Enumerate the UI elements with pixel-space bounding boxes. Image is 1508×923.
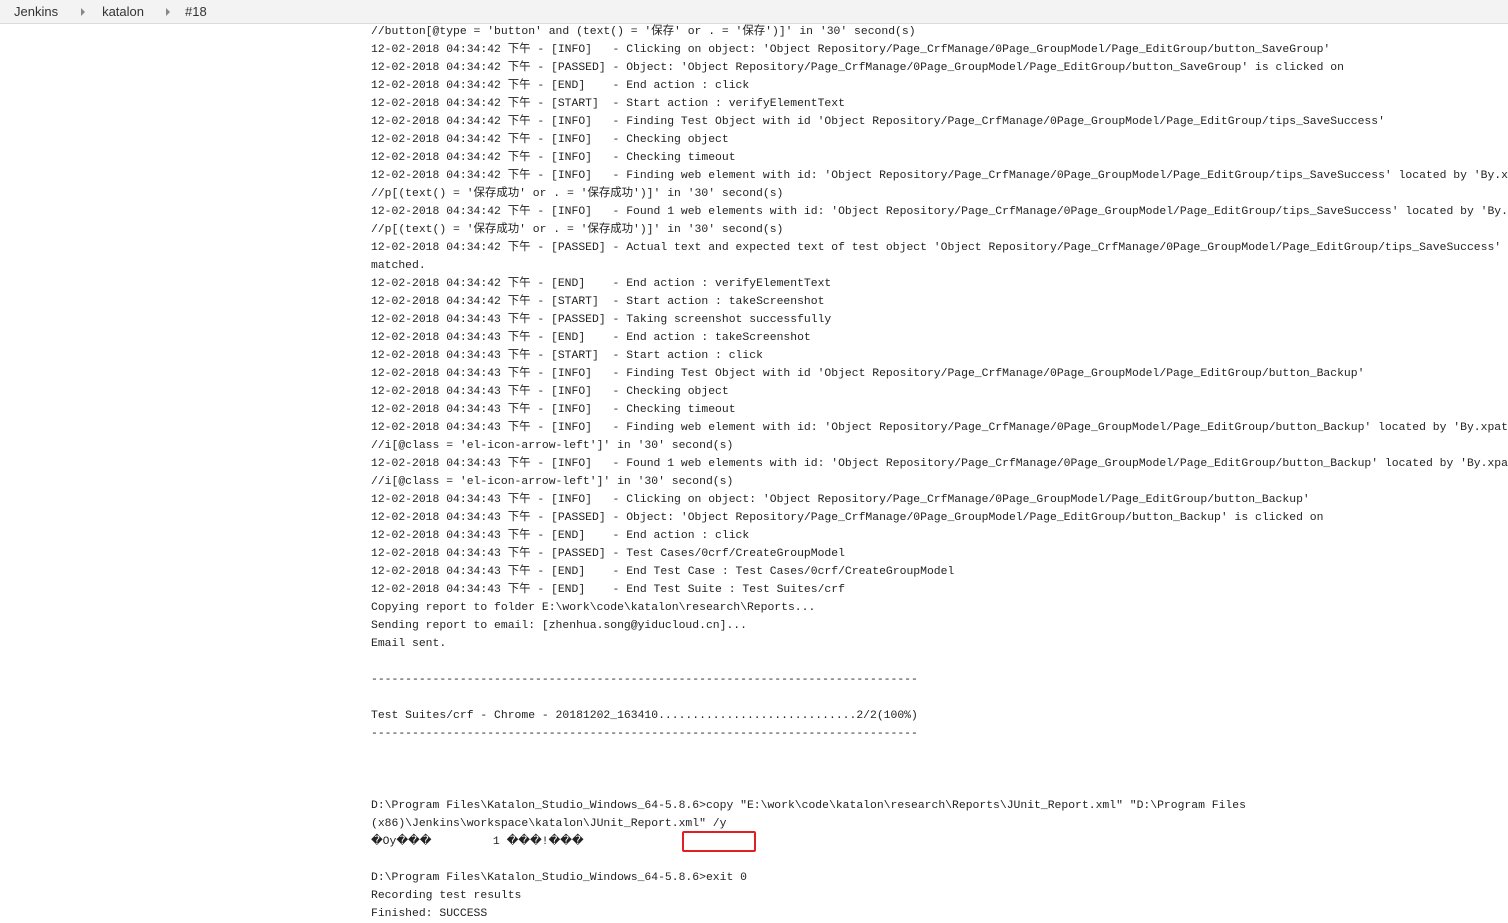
- highlight-annotation-box: [682, 831, 756, 852]
- console-line: 12-02-2018 04:34:42 下午 - [PASSED] - Obje…: [371, 62, 1344, 74]
- console-line: 12-02-2018 04:34:43 下午 - [END] - End Tes…: [371, 566, 955, 578]
- console-line: 12-02-2018 04:34:42 下午 - [END] - End act…: [371, 80, 750, 92]
- console-line: 12-02-2018 04:34:43 下午 - [INFO] - Findin…: [371, 368, 1365, 380]
- console-line: 12-02-2018 04:34:43 下午 - [INFO] - Found …: [371, 458, 1508, 470]
- console-line: Recording test results: [371, 890, 522, 902]
- console-line: D:\Program Files\Katalon_Studio_Windows_…: [371, 800, 1246, 812]
- console-line: 12-02-2018 04:34:42 下午 - [INFO] - Findin…: [371, 116, 1385, 128]
- console-line: 12-02-2018 04:34:42 下午 - [PASSED] - Actu…: [371, 242, 1508, 254]
- console-line: Test Suites/crf - Chrome - 20181202_1634…: [371, 710, 918, 722]
- console-line: //i[@class = 'el-icon-arrow-left']' in '…: [371, 476, 734, 488]
- console-line: 12-02-2018 04:34:43 下午 - [PASSED] - Taki…: [371, 314, 832, 326]
- console-output: //button[@type = 'button' and (text() = …: [371, 23, 1508, 923]
- console-line: 12-02-2018 04:34:42 下午 - [START] - Start…: [371, 296, 825, 308]
- console-line: (x86)\Jenkins\workspace\katalon\JUnit_Re…: [371, 818, 727, 830]
- console-line: D:\Program Files\Katalon_Studio_Windows_…: [371, 872, 747, 884]
- console-line: 12-02-2018 04:34:43 下午 - [PASSED] - Obje…: [371, 512, 1324, 524]
- console-line: 12-02-2018 04:34:43 下午 - [END] - End act…: [371, 332, 811, 344]
- console-line: ----------------------------------------…: [371, 674, 918, 686]
- console-line: 12-02-2018 04:34:43 下午 - [INFO] - Checki…: [371, 386, 729, 398]
- console-line: 12-02-2018 04:34:43 下午 - [END] - End Tes…: [371, 584, 845, 596]
- console-line: 12-02-2018 04:34:42 下午 - [INFO] - Clicki…: [371, 44, 1331, 56]
- console-line: Email sent.: [371, 638, 447, 650]
- breadcrumb-build-number[interactable]: #18: [185, 4, 207, 19]
- console-line: 12-02-2018 04:34:42 下午 - [INFO] - Checki…: [371, 134, 729, 146]
- console-line: �Oy��� 1 ���!���: [371, 836, 584, 848]
- console-line: 12-02-2018 04:34:43 下午 - [INFO] - Checki…: [371, 404, 736, 416]
- console-line: //p[(text() = '保存成功' or . = '保存成功')]' in…: [371, 188, 784, 200]
- console-line: 12-02-2018 04:34:43 下午 - [PASSED] - Test…: [371, 548, 845, 560]
- breadcrumb-separator-icon: [166, 7, 170, 16]
- console-line: 12-02-2018 04:34:42 下午 - [INFO] - Checki…: [371, 152, 736, 164]
- console-line: //i[@class = 'el-icon-arrow-left']' in '…: [371, 440, 734, 452]
- breadcrumb-separator-icon: [81, 7, 86, 16]
- console-line: 12-02-2018 04:34:43 下午 - [START] - Start…: [371, 350, 763, 362]
- console-line: Copying report to folder E:\work\code\ka…: [371, 602, 816, 614]
- console-line: 12-02-2018 04:34:42 下午 - [INFO] - Findin…: [371, 170, 1508, 182]
- console-line: Sending report to email: [zhenhua.song@y…: [371, 620, 747, 632]
- console-line: matched.: [371, 260, 426, 272]
- console-line: 12-02-2018 04:34:42 下午 - [INFO] - Found …: [371, 206, 1508, 218]
- breadcrumb-jenkins[interactable]: Jenkins: [14, 4, 58, 19]
- console-line: 12-02-2018 04:34:43 下午 - [END] - End act…: [371, 530, 750, 542]
- console-line: 12-02-2018 04:34:42 下午 - [START] - Start…: [371, 98, 845, 110]
- console-line: 12-02-2018 04:34:42 下午 - [END] - End act…: [371, 278, 832, 290]
- console-line: //p[(text() = '保存成功' or . = '保存成功')]' in…: [371, 224, 784, 236]
- console-line: 12-02-2018 04:34:43 下午 - [INFO] - Findin…: [371, 422, 1508, 434]
- breadcrumb-katalon[interactable]: katalon: [102, 4, 144, 19]
- console-line: Finished: SUCCESS: [371, 908, 488, 920]
- console-line: ----------------------------------------…: [371, 728, 918, 740]
- breadcrumb: Jenkins katalon #18: [0, 0, 1508, 24]
- console-line: 12-02-2018 04:34:43 下午 - [INFO] - Clicki…: [371, 494, 1310, 506]
- console-line: //button[@type = 'button' and (text() = …: [371, 26, 916, 38]
